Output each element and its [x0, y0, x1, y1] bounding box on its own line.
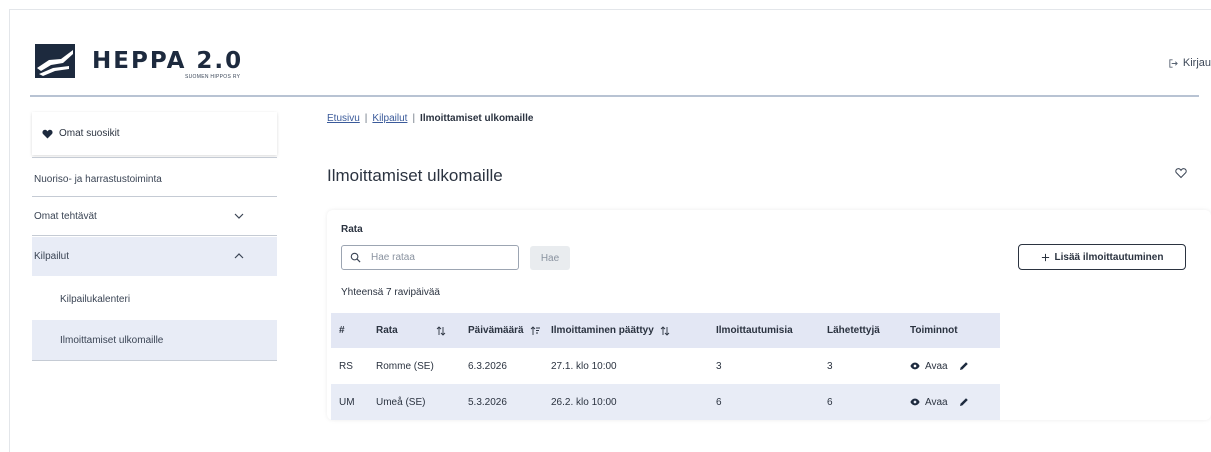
total-count: Yhteensä 7 ravipäivää	[341, 287, 440, 298]
column-header-date[interactable]: Päivämäärä	[468, 313, 551, 348]
add-registration-label: Lisää ilmoittautuminen	[1054, 251, 1164, 263]
breadcrumb-separator: |	[364, 113, 368, 124]
cell-deadline: 27.1. klo 10:00	[551, 360, 617, 372]
column-header-registrations: Ilmoittautumisia	[716, 313, 827, 348]
column-header-sent: Lähetettyjä	[827, 313, 910, 348]
track-search-field[interactable]	[341, 245, 519, 270]
cell-sent: 3	[827, 360, 833, 372]
cell-registrations: 3	[716, 360, 722, 372]
open-link[interactable]: Avaa	[925, 361, 948, 372]
breadcrumb-home-link[interactable]: Etusivu	[327, 113, 360, 124]
sidebar-item-label: Nuoriso- ja harrastustoiminta	[34, 173, 162, 185]
pencil-icon[interactable]	[959, 397, 969, 407]
cell-code: UM	[331, 384, 376, 420]
breadcrumb-current: Ilmoittamiset ulkomaille	[420, 113, 534, 124]
logo-title: HEPPA 2.0	[92, 48, 244, 74]
sort-ascending-icon	[530, 325, 540, 335]
cell-track: Romme (SE)	[376, 360, 434, 372]
search-button[interactable]: Hae	[530, 246, 570, 270]
add-registration-button[interactable]: Lisää ilmoittautuminen	[1018, 244, 1186, 270]
sidebar-divider	[32, 360, 277, 361]
search-icon	[350, 252, 361, 263]
favorites-button[interactable]: Omat suosikit	[32, 112, 277, 155]
cell-actions: Avaa	[910, 348, 1000, 384]
chevron-down-icon	[234, 213, 244, 219]
breadcrumb-separator: |	[412, 113, 416, 124]
eye-icon	[910, 362, 920, 370]
page-title: Ilmoittamiset ulkomaille	[327, 166, 503, 185]
breadcrumb: Etusivu | Kilpailut | Ilmoittamiset ulkomail…	[327, 113, 533, 124]
login-link[interactable]: Kirjau	[1168, 57, 1211, 69]
favorites-label: Omat suosikit	[59, 128, 120, 139]
logo[interactable]: HEPPA 2.0 SUOMEN HIPPOS RY	[35, 44, 275, 84]
column-header-label: Rata	[376, 325, 398, 336]
column-header-label: #	[339, 325, 345, 336]
column-header-actions: Toiminnot	[910, 313, 1000, 348]
table-row: RS Romme (SE) 6.3.2026 27.1. klo 10:00 3…	[331, 348, 1000, 384]
cell-registrations: 6	[716, 384, 827, 420]
breadcrumb-competitions-link[interactable]: Kilpailut	[372, 113, 407, 124]
sidebar-subitem-label: Kilpailukalenteri	[60, 293, 131, 305]
sort-icon	[660, 325, 670, 336]
cell-track: Umeå (SE)	[376, 384, 468, 420]
sort-icon	[436, 325, 446, 336]
column-header-deadline[interactable]: Ilmoittaminen päättyy	[551, 313, 716, 348]
logo-subtitle: SUOMEN HIPPOS RY	[185, 74, 241, 80]
column-header-track[interactable]: Rata	[376, 313, 468, 348]
sidebar-item-label: Omat tehtävät	[34, 210, 97, 222]
column-header-label: Ilmoittaminen päättyy	[551, 325, 654, 336]
header-divider	[30, 95, 1199, 97]
sidebar-subitem-calendar[interactable]: Kilpailukalenteri	[32, 281, 277, 317]
column-header-label: Päivämäärä	[468, 325, 524, 336]
horse-logo-icon	[35, 44, 75, 78]
pencil-icon[interactable]	[959, 361, 969, 371]
table-header-row: # Rata Päivämäärä Ilmoittaminen päättyy	[331, 313, 1000, 348]
sidebar: Omat suosikit Nuoriso- ja harrastustoimi…	[32, 98, 277, 398]
chevron-up-icon	[234, 253, 244, 259]
cell-date: 6.3.2026	[468, 360, 507, 372]
table-row: UM Umeå (SE) 5.3.2026 26.2. klo 10:00 6 …	[331, 384, 1000, 420]
column-header-label: Ilmoittautumisia	[716, 325, 793, 336]
track-search-input[interactable]	[369, 251, 503, 264]
sidebar-subitem-label: Ilmoittamiset ulkomaille	[60, 334, 164, 346]
heart-icon	[42, 129, 53, 139]
sidebar-item-competitions[interactable]: Kilpailut	[32, 237, 277, 276]
column-header-code: #	[331, 313, 376, 348]
heart-outline-icon[interactable]	[1175, 167, 1187, 179]
plus-icon	[1041, 253, 1049, 261]
sidebar-divider	[32, 235, 277, 236]
column-header-label: Lähetettyjä	[827, 325, 880, 336]
cell-code: RS	[339, 360, 353, 372]
cell-date: 5.3.2026	[468, 384, 551, 420]
track-filter-label: Rata	[341, 224, 363, 235]
sidebar-divider	[32, 196, 277, 197]
registrations-table: # Rata Päivämäärä Ilmoittaminen päättyy	[331, 313, 1000, 420]
cell-deadline: 26.2. klo 10:00	[551, 384, 716, 420]
login-icon	[1169, 58, 1178, 68]
sidebar-item-my-tasks[interactable]: Omat tehtävät	[32, 198, 277, 234]
sidebar-item-youth[interactable]: Nuoriso- ja harrastustoiminta	[32, 161, 277, 197]
sidebar-divider	[32, 157, 277, 158]
cell-sent: 6	[827, 384, 910, 420]
eye-icon	[910, 398, 920, 406]
column-header-label: Toiminnot	[910, 325, 958, 336]
sidebar-subitem-foreign-entries[interactable]: Ilmoittamiset ulkomaille	[32, 320, 277, 360]
login-label: Kirjau	[1182, 57, 1211, 69]
sidebar-item-label: Kilpailut	[34, 251, 70, 262]
cell-actions: Avaa	[910, 384, 1000, 420]
open-link[interactable]: Avaa	[925, 397, 948, 408]
